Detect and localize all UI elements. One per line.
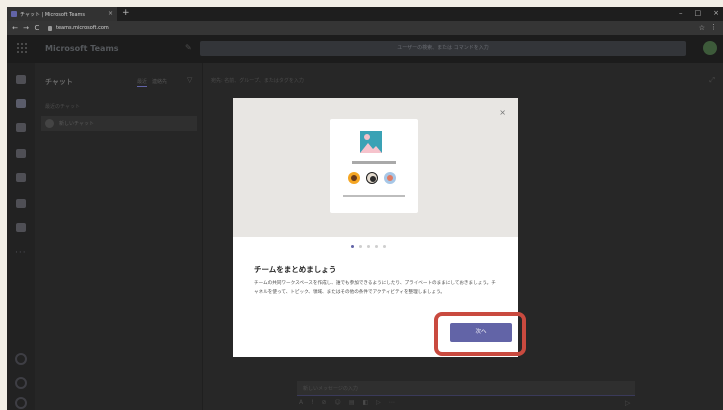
expand-icon[interactable]: ⤢	[709, 76, 715, 85]
next-button[interactable]: 次へ	[450, 323, 512, 342]
image-icon	[360, 131, 382, 153]
address-bar: ← → C teams.microsoft.com ☆ ⋮	[7, 21, 723, 35]
format-icon[interactable]: A	[299, 399, 303, 406]
close-window-button[interactable]: ×	[713, 9, 719, 17]
minimize-button[interactable]: –	[679, 9, 683, 17]
dialog-title: チームをまとめましょう	[254, 265, 337, 274]
back-arrow-icon[interactable]: ←	[12, 24, 18, 32]
search-input[interactable]: ユーザーの検索、または コマンドを入力	[200, 41, 686, 56]
new-tab-button[interactable]: +	[122, 8, 130, 18]
dialog-hero: ×	[233, 98, 518, 237]
tab-close-icon[interactable]: ×	[108, 10, 113, 17]
pagination-dot[interactable]	[367, 245, 370, 248]
recipient-field[interactable]: 宛先: 名前、グループ、またはタグを入力	[211, 77, 304, 84]
calls-icon[interactable]	[16, 173, 26, 182]
more-icon[interactable]: ⋯	[389, 399, 395, 406]
emoji-icon[interactable]: ☺	[335, 399, 341, 406]
tab-bar: チャット | Microsoft Teams × + – □ ×	[7, 7, 723, 21]
calendar-icon[interactable]	[16, 149, 26, 158]
attach-icon[interactable]: ⊘	[322, 399, 327, 406]
composer-toolbar: A ! ⊘ ☺ ▤ ◧ ▷ ⋯	[299, 399, 395, 406]
pagination-dot[interactable]	[359, 245, 362, 248]
person-icon	[366, 172, 378, 184]
reload-icon[interactable]: C	[34, 24, 40, 32]
maximize-button[interactable]: □	[695, 9, 702, 17]
meet-icon[interactable]: ▷	[376, 399, 381, 406]
list-item-label: 新しいチャット	[59, 121, 94, 127]
tab-recent[interactable]: 最近	[137, 78, 148, 87]
pagination-dots	[351, 245, 386, 248]
browser-tab[interactable]: チャット | Microsoft Teams ×	[7, 7, 117, 21]
tab-title: チャット | Microsoft Teams	[20, 11, 85, 18]
filter-icon[interactable]: ▽	[187, 76, 192, 84]
calls-phone-icon[interactable]	[16, 199, 26, 208]
files-icon[interactable]	[16, 223, 26, 232]
panel-title: チャット	[45, 78, 73, 86]
important-icon[interactable]: !	[311, 399, 313, 406]
avatar[interactable]	[703, 41, 717, 55]
window-controls: – □ ×	[679, 9, 719, 17]
pagination-dot[interactable]	[375, 245, 378, 248]
browser-window: チャット | Microsoft Teams × + – □ × ← → C t…	[7, 7, 723, 410]
person-icon	[348, 172, 360, 184]
forward-arrow-icon[interactable]: →	[23, 24, 29, 32]
close-icon[interactable]: ×	[499, 108, 506, 117]
chat-list-panel: チャット 最近 連絡先 ▽ 最近のチャット 新しいチャット	[35, 63, 203, 410]
chat-filters: 最近 連絡先	[137, 78, 167, 87]
section-label: 最近のチャット	[45, 104, 80, 110]
placeholder-bar	[343, 195, 405, 197]
download-icon[interactable]	[15, 397, 27, 409]
teams-icon[interactable]	[16, 123, 26, 132]
tab-contacts[interactable]: 連絡先	[152, 78, 167, 87]
activity-icon[interactable]	[16, 75, 26, 84]
person-icon	[384, 172, 396, 184]
placeholder-bar	[352, 161, 396, 164]
new-chat-icon[interactable]: ✎	[185, 43, 192, 52]
app-launcher-icon[interactable]	[17, 43, 27, 53]
team-members-icon	[348, 172, 396, 184]
avatar	[45, 119, 54, 128]
teams-favicon-icon	[11, 11, 17, 17]
sticker-icon[interactable]: ◧	[362, 399, 368, 406]
chat-icon[interactable]	[16, 99, 26, 108]
more-apps-icon[interactable]: ···	[15, 248, 27, 258]
app-brand: Microsoft Teams	[45, 44, 119, 53]
help-icon[interactable]	[15, 377, 27, 389]
send-icon[interactable]: ▷	[625, 399, 630, 407]
gif-icon[interactable]: ▤	[349, 399, 355, 406]
app-rail: ···	[7, 63, 35, 410]
illustration-card	[330, 119, 418, 213]
pagination-dot[interactable]	[383, 245, 386, 248]
pagination-dot[interactable]	[351, 245, 354, 248]
teams-header: Microsoft Teams ✎ ユーザーの検索、または コマンドを入力	[7, 35, 723, 63]
dialog-body: チームの共同ワークスペースを作成し、誰でも参加できるようにしたり、プライベートの…	[254, 281, 496, 295]
browser-menu-icon[interactable]: ⋮	[710, 23, 717, 31]
lock-icon	[48, 25, 52, 31]
bookmark-star-icon[interactable]: ☆	[699, 24, 705, 32]
list-item[interactable]: 新しいチャット	[41, 116, 197, 131]
url-field[interactable]: teams.microsoft.com	[48, 25, 109, 31]
url-text: teams.microsoft.com	[56, 25, 109, 31]
apps-icon[interactable]	[15, 353, 27, 365]
message-input[interactable]: 新しいメッセージの入力	[297, 381, 635, 396]
